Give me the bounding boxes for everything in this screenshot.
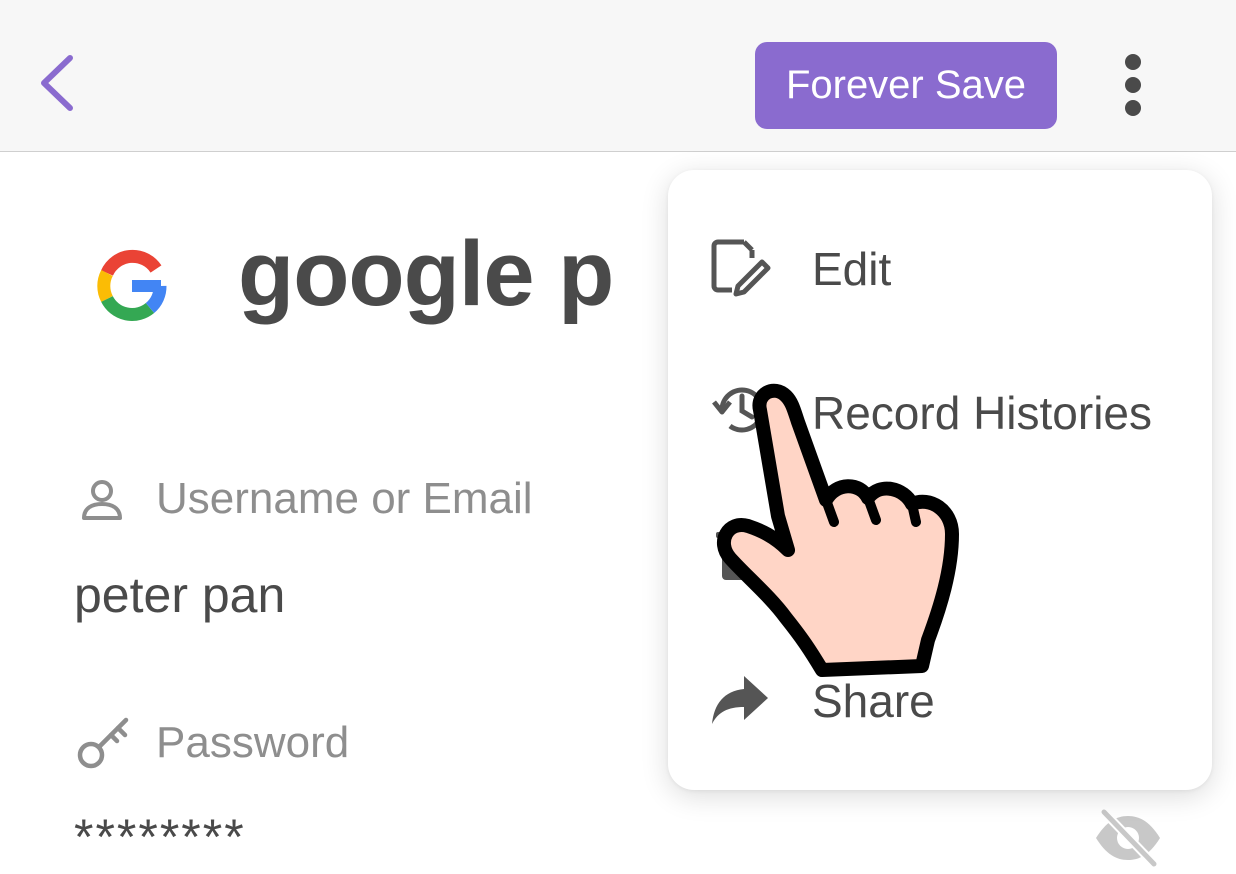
username-value: peter pan [74,567,286,623]
menu-item-edit[interactable]: Edit [668,206,1212,326]
password-value: ******** [74,809,246,865]
menu-item-delete[interactable] [668,494,1212,614]
password-label: Password [156,718,350,767]
toggle-password-visibility-button[interactable] [1092,808,1164,868]
key-icon [77,717,129,769]
share-icon [712,676,768,724]
menu-item-label: Record Histories [812,387,1152,439]
top-bar: Forever Save [0,0,1236,152]
username-label: Username or Email [156,474,533,523]
more-menu-button[interactable] [1110,50,1156,122]
google-logo [82,236,182,336]
context-menu: Edit Record Histories Share [668,170,1212,790]
edit-icon [711,239,771,297]
trash-icon [716,526,764,580]
more-vertical-icon [1125,54,1141,116]
menu-item-share[interactable]: Share [668,638,1212,758]
eye-off-icon [1096,808,1160,868]
entry-title: google p [238,223,614,325]
forever-save-button[interactable]: Forever Save [755,42,1057,129]
user-icon [82,480,122,520]
back-button[interactable] [30,48,90,118]
chevron-left-icon [41,55,73,111]
menu-item-label: Edit [812,243,892,295]
menu-item-label: Share [812,675,935,727]
menu-item-record-histories[interactable]: Record Histories [668,350,1212,470]
history-icon [712,387,765,433]
